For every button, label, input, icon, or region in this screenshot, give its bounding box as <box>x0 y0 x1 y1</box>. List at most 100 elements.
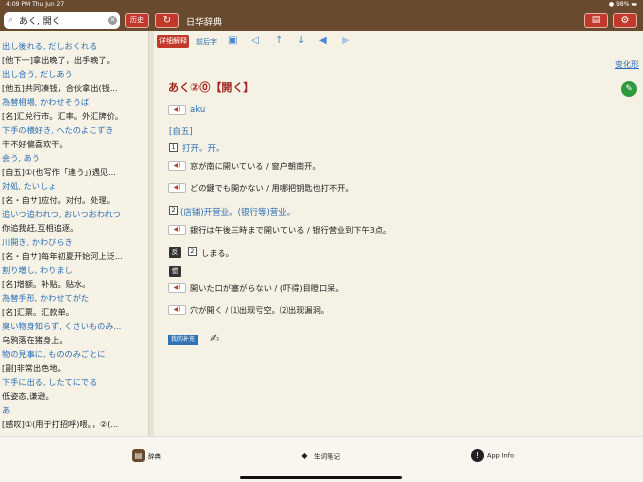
list-item-headword: あ <box>2 405 11 415</box>
list-item-headword: 出し後れる, だしおくれる <box>2 41 98 51</box>
list-item-meaning: [名・自サ]应付。对付。处理。 <box>2 195 115 205</box>
status-bar: 4:09 PM Thu Jun 27 ● 98% ▬ <box>0 0 643 10</box>
tab-bar: ▤ 辞典 ◆ 生词笔记 ! App Info <box>0 436 643 482</box>
list-item-headword: 出し合う, だしあう <box>2 69 73 79</box>
list-item[interactable]: 下手に出る, したてにでる 低姿态,谦逊。 <box>2 376 144 402</box>
list-item-headword: 物の見事に, もののみごとに <box>2 349 106 359</box>
arrow-right-icon[interactable]: ▶ <box>342 35 350 46</box>
headword: あく②⓪【開く】 <box>168 81 255 94</box>
part-of-speech: [自五] <box>169 127 193 137</box>
arrow-down-icon[interactable]: ↓ <box>297 35 305 46</box>
list-item-meaning: [副]非常出色地。 <box>2 363 66 373</box>
refresh-button[interactable]: ↻ <box>155 13 179 28</box>
list-item[interactable]: 為替相場, かわせそうば [名]汇兑行市。汇率。外汇牌价。 <box>2 96 144 122</box>
example-sentence: 穴が開く / ⑴出现亏空。⑵出现漏洞。 <box>190 305 329 315</box>
book-icon: ▤ <box>132 449 145 462</box>
search-bar[interactable]: ⌕ ✕ <box>4 12 120 29</box>
list-item-headword: 川開き, かわびらき <box>2 237 73 247</box>
audio-button[interactable]: ◀) <box>168 183 186 193</box>
home-indicator[interactable] <box>240 476 402 479</box>
status-time: 4:09 PM Thu Jun 27 <box>6 1 65 8</box>
battery-level: 98% <box>616 1 630 8</box>
arrow-left-icon[interactable]: ◀ <box>319 35 327 46</box>
audio-button[interactable]: ◀) <box>168 105 186 115</box>
pencil-icon: ✎ <box>625 84 633 94</box>
list-item[interactable]: あ [感叹]①(用于打招呼)喂。，②(... <box>2 404 144 430</box>
list-item[interactable]: 会う, あう [自五]①(也写作「逢う」)遇见... <box>2 152 144 178</box>
sense-definition: (店铺)开营业。(银行等)营业。 <box>180 208 296 218</box>
list-item-meaning: [他下一]拿出晚了，出手晚了。 <box>2 55 115 65</box>
list-item[interactable]: 物の見事に, もののみごとに [副]非常出色地。 <box>2 348 144 374</box>
list-item[interactable]: 川開き, かわびらき [名・自サ]每年初夏开始河上泛... <box>2 236 144 262</box>
list-item-headword: 為替手形, かわせてがた <box>2 293 90 303</box>
list-item-headword: 下手に出る, したてにでる <box>2 377 98 387</box>
idiom-tag: 惯 <box>169 266 181 277</box>
list-item-headword: 臭い物身知らず, くさいものみ... <box>2 321 122 331</box>
app-title: 日华辞典 <box>186 18 223 28</box>
copy-icon[interactable]: ▣ <box>228 35 237 46</box>
variant-link[interactable]: 变化形 <box>615 59 639 70</box>
list-item-meaning: 低姿态,谦逊。 <box>2 391 54 401</box>
list-item-headword: 為替相場, かわせそうば <box>2 97 90 107</box>
info-icon: ! <box>471 449 484 462</box>
clear-icon[interactable]: ✕ <box>108 16 117 25</box>
list-item-meaning: [感叹]①(用于打招呼)喂。，②(... <box>2 419 119 429</box>
list-item[interactable]: 出し合う, だしあう [他五]共同凑钱，合伙拿出(钱... <box>2 68 144 94</box>
list-item[interactable]: 対処, たいしょ [名・自サ]应付。对付。处理。 <box>2 180 144 206</box>
list-item-meaning: 你追我赶,互相追逐。 <box>2 223 79 233</box>
list-item-meaning: [他五]共同凑钱，合伙拿出(钱... <box>2 83 118 93</box>
gear-icon: ⚙ <box>620 15 630 26</box>
tab-dictionary[interactable]: ▤ 辞典 <box>132 449 161 462</box>
speaker-icon[interactable]: ◁ <box>251 35 259 46</box>
list-item-headword: 割り増し, わりまし <box>2 265 73 275</box>
list-item-headword: 追いつ追われつ, おいつおわれつ <box>2 209 121 219</box>
prev-next-word-button[interactable]: 前后字 <box>196 37 217 47</box>
note-edit-icon[interactable]: ✍ <box>210 332 219 345</box>
search-input[interactable] <box>19 14 107 27</box>
word-list: 出し後れる, だしおくれる [他下一]拿出晚了，出手晚了。 出し合う, だしあう [他… <box>0 31 148 436</box>
audio-button[interactable]: ◀) <box>168 283 186 293</box>
history-button[interactable]: 历史 <box>125 13 149 28</box>
settings-button[interactable]: ⚙ <box>613 13 637 28</box>
list-item[interactable]: 割り増し, わりまし [名]增额。补贴。贴水。 <box>2 264 144 290</box>
tab-app-info[interactable]: ! App Info <box>471 449 514 462</box>
bookmark-button[interactable]: ▤ <box>584 13 608 28</box>
my-supplement-button[interactable]: 我的补充 <box>168 335 198 345</box>
list-item[interactable]: 臭い物身知らず, くさいものみ... 乌鸦落在猪身上。 <box>2 320 144 346</box>
list-item[interactable]: 為替手形, かわせてがた [名]汇票。汇款单。 <box>2 292 144 318</box>
list-item[interactable]: 追いつ追われつ, おいつおわれつ 你追我赶,互相追逐。 <box>2 208 144 234</box>
list-item[interactable]: 下手の横好き, へたのよこずき 干不好偏喜欢干。 <box>2 124 144 150</box>
refresh-icon: ↻ <box>162 15 172 26</box>
status-battery: ● 98% ▬ <box>608 1 637 8</box>
antonym-word: しまる。 <box>201 248 234 258</box>
detail-button[interactable]: 详细解释 <box>157 35 189 48</box>
list-item-meaning: [名]增额。补贴。贴水。 <box>2 279 91 289</box>
book-icon: ▤ <box>591 15 601 25</box>
list-item-meaning: [名]汇票。汇款单。 <box>2 307 74 317</box>
example-sentence: 開いた口が塞がらない / (吓得)目瞪口呆。 <box>190 283 344 293</box>
sense-number: 2 <box>169 206 178 215</box>
sense-number: 1 <box>169 143 178 152</box>
list-item-headword: 下手の横好き, へたのよこずき <box>2 125 114 135</box>
audio-button[interactable]: ◀) <box>168 305 186 315</box>
list-item-meaning: [自五]①(也写作「逢う」)遇见... <box>2 167 116 177</box>
search-icon: ⌕ <box>8 15 14 25</box>
list-item-meaning: [名]汇兑行市。汇率。外汇牌价。 <box>2 111 124 121</box>
tab-vocab-notes[interactable]: ◆ 生词笔记 <box>298 449 340 462</box>
example-sentence: どの鍵でも開かない / 用哪把钥匙也打不开。 <box>190 183 354 193</box>
audio-button[interactable]: ◀) <box>168 161 186 171</box>
entry-panel: 详细解释 前后字 ▣ ◁ ↑ ↓ ◀ ▶ 变化形 ✎ あく②⓪【開く】 ◀) a… <box>154 31 643 436</box>
sense-number: 2 <box>188 247 197 256</box>
edit-button[interactable]: ✎ <box>621 81 637 97</box>
list-item[interactable]: 出し後れる, だしおくれる [他下一]拿出晚了，出手晚了。 <box>2 40 144 66</box>
sense-definition: 打开。开。 <box>182 144 225 154</box>
tab-label: 生词笔记 <box>314 452 340 461</box>
arrow-up-icon[interactable]: ↑ <box>275 35 283 46</box>
nav-bar: ⌕ ✕ 历史 ↻ 日华辞典 ▤ ⚙ <box>0 10 643 31</box>
entry-toolbar: 详细解释 前后字 ▣ ◁ ↑ ↓ ◀ ▶ <box>154 31 643 53</box>
list-item-headword: 会う, あう <box>2 153 40 163</box>
audio-button[interactable]: ◀) <box>168 225 186 235</box>
tab-label: 辞典 <box>148 452 161 461</box>
list-item-headword: 対処, たいしょ <box>2 181 57 191</box>
romaji: aku <box>190 105 206 115</box>
